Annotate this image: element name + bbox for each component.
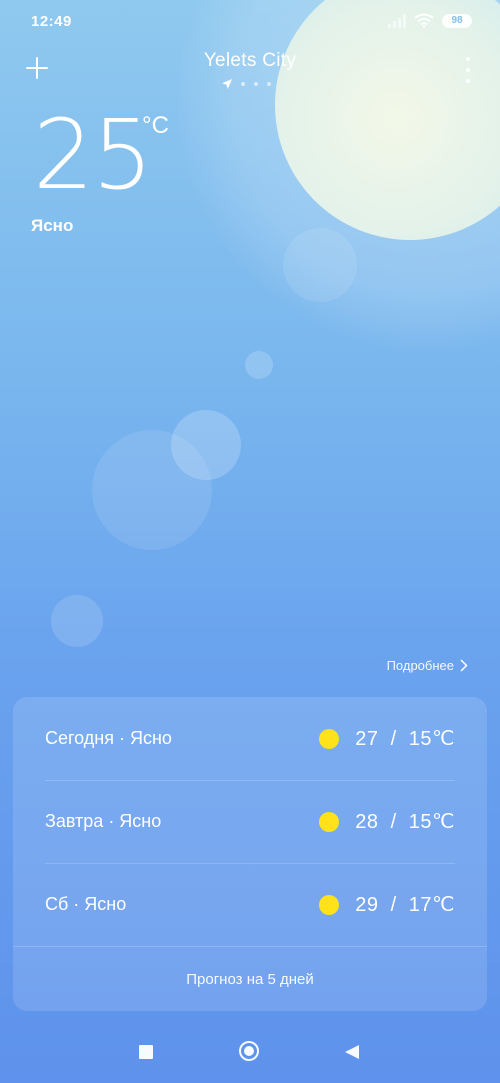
bokeh-circle [51,595,103,647]
forecast-row-today[interactable]: Сегодня · Ясно 27 / 15℃ [45,697,455,780]
page-dot [267,82,271,86]
forecast-temp-range: 29 / 17℃ [355,894,455,916]
status-icons: 98 [388,13,472,28]
battery-level: 98 [451,14,463,26]
back-button[interactable] [344,1044,360,1060]
bokeh-circle [92,430,212,550]
city-page-indicator [222,79,271,89]
current-condition: Ясно [31,216,74,235]
home-button[interactable] [239,1041,259,1061]
forecast-day-label: Сегодня · Ясно [45,728,172,748]
recent-apps-button[interactable] [139,1045,153,1059]
add-city-button[interactable] [22,54,52,84]
details-link[interactable]: Подробнее [387,658,468,673]
forecast-temps: 28 / 15℃ [319,809,455,834]
page-dot [241,82,245,86]
chevron-right-icon [460,659,468,672]
more-dot [466,79,470,83]
forecast-temps: 27 / 15℃ [319,726,455,751]
navigation-bar [0,1025,500,1083]
more-dot [466,68,470,72]
bokeh-circle [171,410,241,480]
forecast-temps: 29 / 17℃ [319,892,455,917]
sun-icon [319,811,340,832]
forecast-day-label: Сб · Ясно [45,894,127,914]
five-day-forecast-button[interactable]: Прогноз на 5 дней [13,947,487,1011]
sun-icon [319,894,340,915]
more-dot [466,57,470,61]
forecast-row-tomorrow[interactable]: Завтра · Ясно 28 / 15℃ [45,780,455,863]
forecast-row-saturday[interactable]: Сб · Ясно 29 / 17℃ [45,863,455,946]
sun-icon [319,728,340,749]
more-options-icon[interactable] [458,57,478,83]
forecast-card: Сегодня · Ясно 27 / 15℃ Завтра · Ясно 28… [13,697,487,1011]
current-temperature: 25 [33,99,153,211]
page-dot [254,82,258,86]
forecast-temp-range: 27 / 15℃ [355,728,455,750]
forecast-temp-range: 28 / 15℃ [355,811,455,833]
forecast-day-label: Завтра · Ясно [45,811,162,831]
signal-icon [388,13,406,28]
city-name[interactable]: Yelets City [150,50,350,72]
bokeh-circle [283,228,357,302]
status-bar: 12:49 98 [0,0,500,46]
status-clock: 12:49 [31,13,72,30]
bokeh-circle [245,351,273,379]
location-arrow-icon [222,79,232,89]
temperature-unit: °C [142,112,169,139]
details-link-label: Подробнее [386,658,454,673]
wifi-icon [414,13,434,28]
battery-icon: 98 [442,13,472,28]
